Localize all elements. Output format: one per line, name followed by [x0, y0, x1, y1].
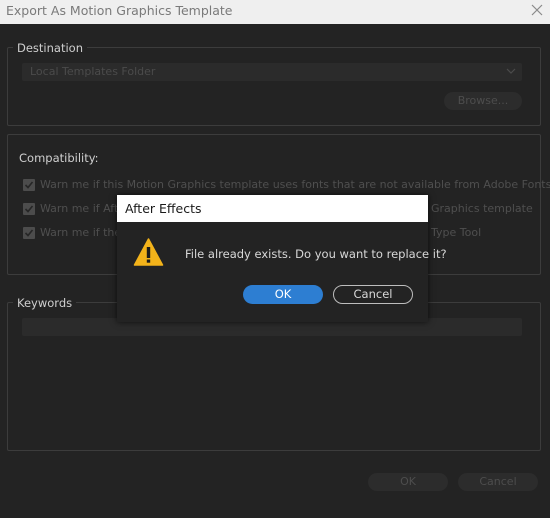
cancel-button[interactable]: Cancel [458, 473, 538, 491]
keywords-legend: Keywords [13, 296, 77, 310]
compat-option-1-label: Warn me if this Motion Graphics template… [40, 178, 550, 191]
dialog-title: After Effects [125, 201, 202, 216]
chevron-down-icon [506, 68, 516, 74]
compat-option-3-label: Warn me if ther [40, 226, 126, 239]
compat-checkbox-3[interactable] [23, 227, 35, 239]
destination-folder-dropdown[interactable]: Local Templates Folder [22, 63, 522, 81]
destination-panel [7, 47, 541, 126]
window-title: Export As Motion Graphics Template [6, 3, 233, 18]
window-titlebar: Export As Motion Graphics Template [0, 0, 550, 24]
warning-icon [133, 238, 164, 266]
dialog-titlebar: After Effects [117, 195, 428, 222]
replace-file-dialog: After Effects File already exists. Do yo… [117, 195, 447, 322]
browse-button[interactable]: Browse... [444, 92, 522, 110]
compat-option-3-label-tail: Type Tool [431, 226, 482, 239]
compat-checkbox-2[interactable] [23, 203, 35, 215]
compat-option-2-label-tail: Graphics template [431, 202, 533, 215]
compat-option-2-label: Warn me if Afte [40, 202, 126, 215]
destination-legend: Destination [13, 41, 87, 55]
close-icon[interactable] [530, 3, 544, 17]
checkmark-icon [24, 181, 34, 189]
destination-folder-value: Local Templates Folder [30, 65, 156, 78]
checkmark-icon [24, 229, 34, 237]
checkmark-icon [24, 205, 34, 213]
compatibility-legend: Compatibility: [19, 151, 99, 165]
ok-button[interactable]: OK [368, 473, 448, 491]
compat-checkbox-1[interactable] [23, 179, 35, 191]
dialog-message: File already exists. Do you want to repl… [185, 247, 447, 261]
dialog-ok-button[interactable]: OK [243, 285, 323, 304]
dialog-cancel-button[interactable]: Cancel [333, 285, 413, 304]
